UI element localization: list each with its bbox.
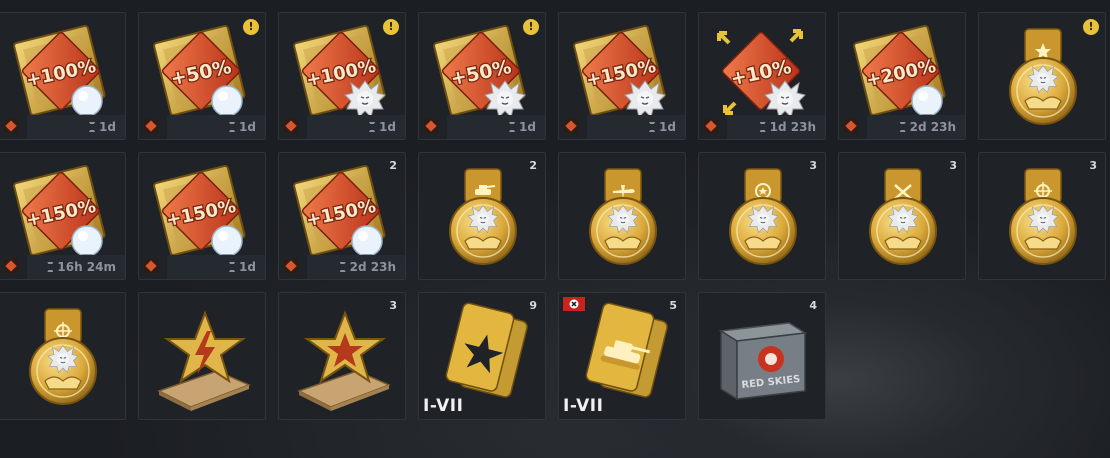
booster-tile[interactable]: +50% 1d! — [418, 12, 546, 140]
timer: 1d — [229, 260, 256, 274]
medal-tile[interactable]: 2 — [418, 152, 546, 280]
medal-tile[interactable]: 3 — [978, 152, 1106, 280]
timer: 1d 23h — [759, 120, 816, 134]
alert-icon: ! — [383, 19, 399, 35]
booster-type-icon — [284, 259, 298, 273]
hourglass-icon — [89, 122, 96, 132]
item-count: 4 — [809, 299, 817, 312]
booster-tile[interactable]: +150% 1d — [138, 152, 266, 280]
timer: 1d — [509, 120, 536, 134]
medal-art — [29, 308, 97, 405]
timer: 1d — [369, 120, 396, 134]
booster-tile[interactable]: +10% 1d 23h — [698, 12, 826, 140]
medal-tile[interactable]: 3 — [698, 152, 826, 280]
tier-label: I-VII — [563, 396, 604, 416]
booster-type-icon — [144, 259, 158, 273]
item-count: 2 — [529, 159, 537, 172]
booster-tile[interactable]: +150% 2d 23h 2 — [278, 152, 406, 280]
star-trophy-tile[interactable]: 3 — [278, 292, 406, 420]
tier-label: I-VII — [423, 396, 464, 416]
booster-type-icon — [704, 119, 718, 133]
timer: 16h 24m — [47, 260, 116, 274]
card-tile[interactable]: I-VII 5 — [558, 292, 686, 420]
crate-art: RED SKIES — [718, 322, 808, 401]
timer-text: 1d — [379, 120, 396, 134]
star-trophy-tile[interactable] — [138, 292, 266, 420]
hourglass-icon — [47, 262, 54, 272]
item-count: 2 — [389, 159, 397, 172]
hourglass-icon — [229, 262, 236, 272]
timer-text: 16h 24m — [57, 260, 116, 274]
item-count: 5 — [669, 299, 677, 312]
booster-tile[interactable]: +50% 1d! — [138, 12, 266, 140]
card-tile[interactable]: I-VII 9 — [418, 292, 546, 420]
timer: 1d — [229, 120, 256, 134]
item-count: 3 — [949, 159, 957, 172]
medal-tile[interactable] — [0, 292, 126, 420]
hourglass-icon — [509, 122, 516, 132]
booster-type-icon — [424, 119, 438, 133]
timer: 1d — [89, 120, 116, 134]
booster-tile[interactable]: +200% 2d 23h — [838, 12, 966, 140]
medal-tile[interactable]: 3 — [838, 152, 966, 280]
timer-text: 1d 23h — [769, 120, 816, 134]
star-trophy-art — [157, 310, 251, 411]
timer-text: 1d — [239, 260, 256, 274]
medal-art — [1009, 168, 1077, 265]
item-count: 3 — [1089, 159, 1097, 172]
timer-text: 1d — [659, 120, 676, 134]
booster-tile[interactable]: +100% 1d — [0, 12, 126, 140]
item-count: 9 — [529, 299, 537, 312]
booster-tile[interactable]: +150% 16h 24m — [0, 152, 126, 280]
hourglass-icon — [759, 122, 766, 132]
booster-type-icon — [4, 119, 18, 133]
hourglass-icon — [649, 122, 656, 132]
germany-flag-icon — [563, 297, 585, 311]
medal-tile[interactable]: ! — [978, 12, 1106, 140]
timer-text: 1d — [239, 120, 256, 134]
timer-text: 1d — [519, 120, 536, 134]
medal-art — [729, 168, 797, 265]
timer-text: 2d 23h — [349, 260, 396, 274]
hourglass-icon — [899, 122, 906, 132]
timer: 2d 23h — [899, 120, 956, 134]
medal-art — [449, 168, 517, 265]
medal-tile[interactable] — [558, 152, 686, 280]
booster-type-icon — [564, 119, 578, 133]
timer: 1d — [649, 120, 676, 134]
star-trophy-art — [297, 310, 391, 411]
alert-icon: ! — [243, 19, 259, 35]
hourglass-icon — [229, 122, 236, 132]
alert-icon: ! — [523, 19, 539, 35]
booster-tile[interactable]: +100% 1d! — [278, 12, 406, 140]
hourglass-icon — [339, 262, 346, 272]
hourglass-icon — [369, 122, 376, 132]
crate-tile[interactable]: RED SKIES 4 — [698, 292, 826, 420]
alert-icon: ! — [1083, 19, 1099, 35]
booster-type-icon — [144, 119, 158, 133]
timer-text: 2d 23h — [909, 120, 956, 134]
medal-art — [869, 168, 937, 265]
medal-art — [589, 168, 657, 265]
booster-type-icon — [4, 259, 18, 273]
booster-type-icon — [284, 119, 298, 133]
item-count: 3 — [809, 159, 817, 172]
booster-type-icon — [844, 119, 858, 133]
timer: 2d 23h — [339, 260, 396, 274]
timer-text: 1d — [99, 120, 116, 134]
booster-tile[interactable]: +150% 1d — [558, 12, 686, 140]
item-count: 3 — [389, 299, 397, 312]
